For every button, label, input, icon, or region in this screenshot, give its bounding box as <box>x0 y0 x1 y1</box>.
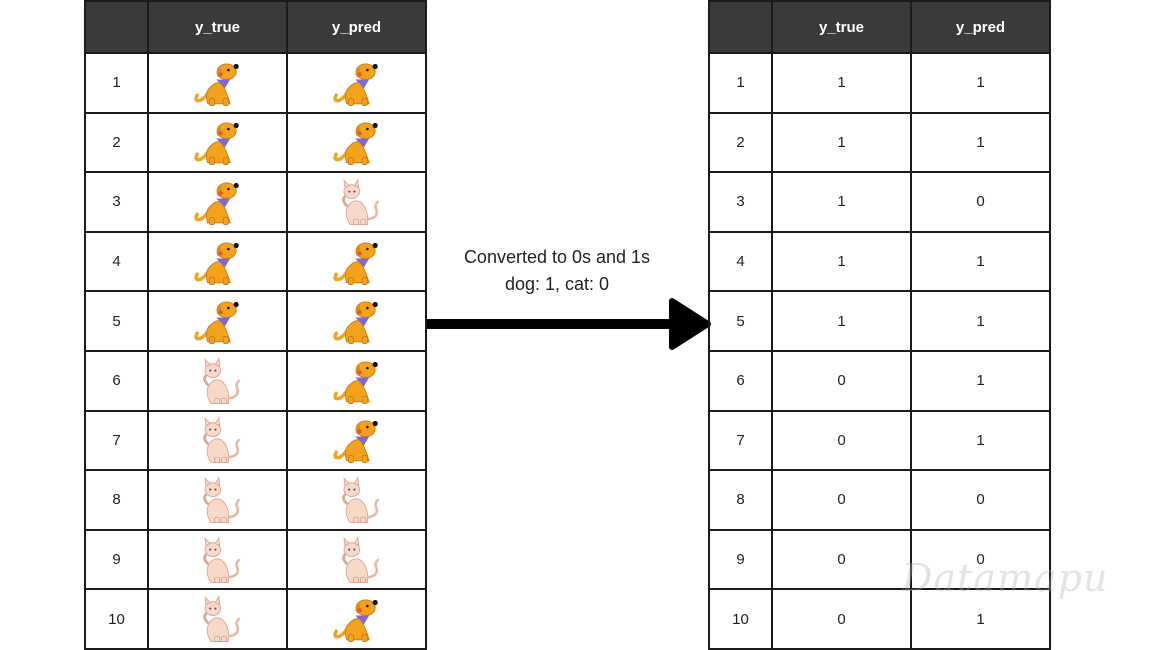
y-true-cell: 1 <box>771 171 912 233</box>
table-row: 601 <box>708 349 1051 412</box>
row-index: 3 <box>708 171 773 233</box>
caption-line-1: Converted to 0s and 1s <box>463 247 651 267</box>
header-row: y_true y_pred <box>708 0 1051 54</box>
row-index: 8 <box>708 469 773 531</box>
y-pred-cell: 1 <box>910 349 1051 412</box>
watermark: Datamapu <box>902 556 1109 600</box>
y-true-cell: 1 <box>771 111 912 174</box>
header-y-true: y_true <box>771 0 912 54</box>
y-pred-cell: 1 <box>910 52 1051 114</box>
row-index: 4 <box>708 230 773 293</box>
y-pred-cell: 1 <box>910 230 1051 293</box>
y-pred-cell: 1 <box>910 290 1051 352</box>
table-row: 211 <box>708 111 1051 174</box>
y-pred-cell: 0 <box>910 469 1051 531</box>
table-row: 111 <box>708 52 1051 114</box>
row-index: 7 <box>708 409 773 472</box>
conversion-caption: Converted to 0s and 1s dog: 1, cat: 0 <box>432 244 682 298</box>
labels-numeric-table: y_true y_pred 11121131041151160170180090… <box>708 0 1051 650</box>
y-true-cell: 1 <box>771 230 912 293</box>
row-index: 10 <box>708 588 773 650</box>
y-true-cell: 0 <box>771 528 912 591</box>
y-pred-cell: 0 <box>910 171 1051 233</box>
y-true-cell: 1 <box>771 290 912 352</box>
y-true-cell: 0 <box>771 588 912 650</box>
header-y-pred: y_pred <box>910 0 1051 54</box>
y-pred-cell: 1 <box>910 111 1051 174</box>
y-true-cell: 0 <box>771 469 912 531</box>
y-true-cell: 0 <box>771 349 912 412</box>
table-row: 411 <box>708 230 1051 293</box>
row-index: 5 <box>708 290 773 352</box>
table-row: 511 <box>708 290 1051 352</box>
row-index: 1 <box>708 52 773 114</box>
y-true-cell: 0 <box>771 409 912 472</box>
y-true-cell: 1 <box>771 52 912 114</box>
row-index: 6 <box>708 349 773 412</box>
table-row: 310 <box>708 171 1051 233</box>
y-pred-cell: 1 <box>910 409 1051 472</box>
table-row: 701 <box>708 409 1051 472</box>
table-row: 800 <box>708 469 1051 531</box>
header-index <box>708 0 773 54</box>
row-index: 2 <box>708 111 773 174</box>
row-index: 9 <box>708 528 773 591</box>
caption-line-2: dog: 1, cat: 0 <box>504 274 610 294</box>
